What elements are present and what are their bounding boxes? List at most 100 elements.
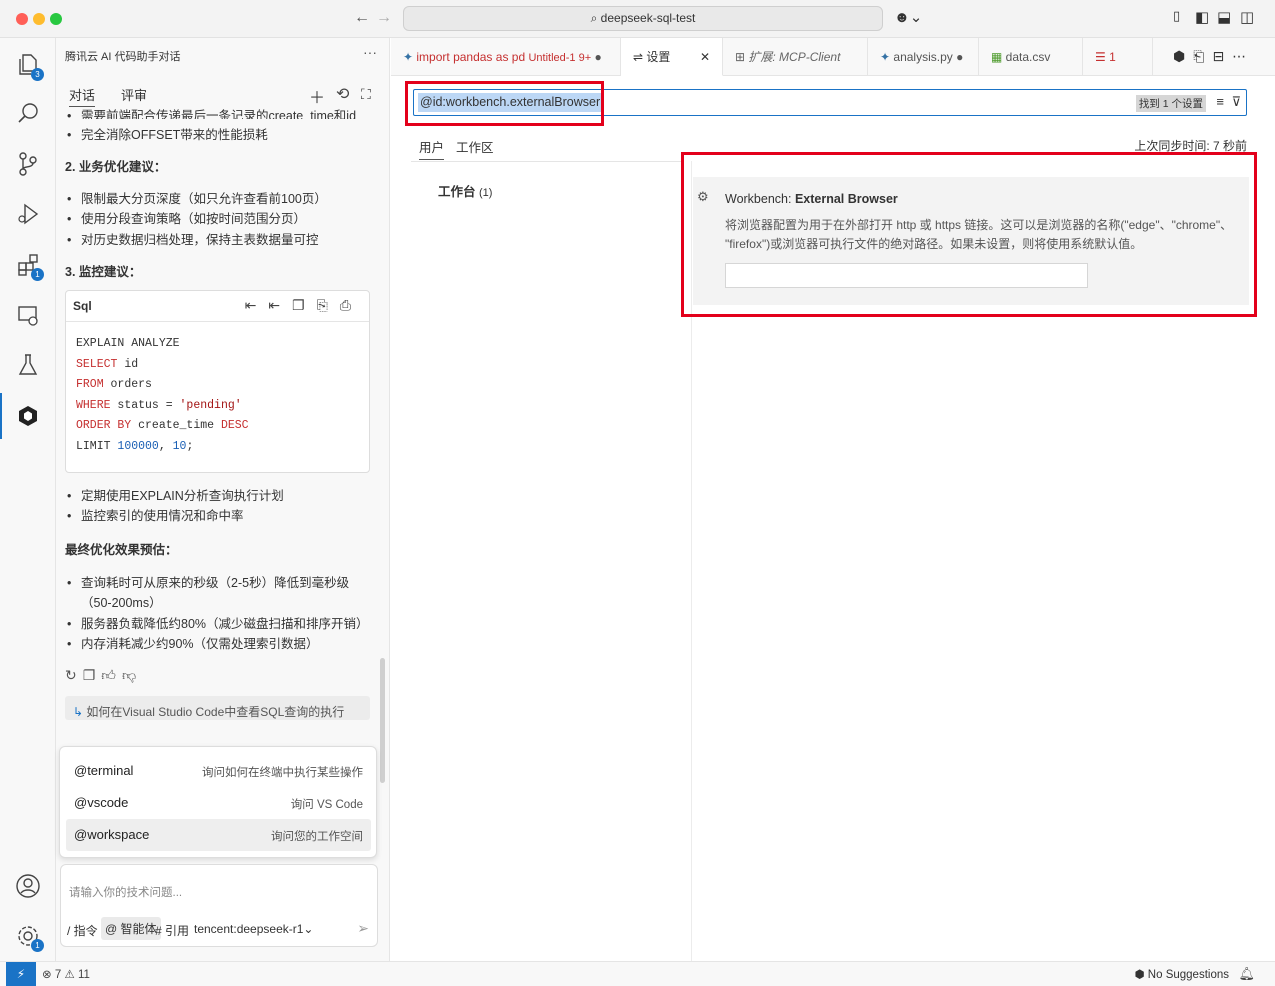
tab-data-csv[interactable]: ▦ data.csv (979, 38, 1083, 76)
scrollbar[interactable] (380, 658, 385, 783)
copy-icon[interactable]: ❐ (83, 667, 102, 683)
maximize-window-button[interactable] (50, 13, 62, 25)
tab-workspace-settings[interactable]: 工作区 (456, 137, 494, 156)
thumbs-down-icon[interactable]: 👎︎ (122, 667, 142, 683)
unsaved-dot-icon: ● (956, 50, 964, 64)
close-window-button[interactable] (16, 13, 28, 25)
minimize-window-button[interactable] (33, 13, 45, 25)
problems-indicator[interactable]: ⊗ 7 ⚠ 11 (42, 967, 90, 981)
search-icon[interactable] (14, 99, 42, 127)
send-icon[interactable]: ➢ (357, 920, 369, 937)
tab-analysis-py[interactable]: ✦ analysis.py ● (868, 38, 979, 76)
new-chat-plus-icon[interactable]: ＋ (309, 84, 325, 108)
activity-bar: 3 1 1 (0, 38, 56, 961)
command-center-search[interactable]: ⌕ deepseek-sql-test (403, 6, 883, 31)
warning-icon: ⚠ (64, 969, 78, 981)
copilot-icon[interactable]: ☻⌄ (894, 8, 922, 26)
testing-flask-icon[interactable] (14, 351, 42, 379)
explorer-icon[interactable]: 3 (14, 51, 44, 81)
remote-explorer-icon[interactable] (14, 302, 42, 330)
suggestions-status[interactable]: ⬢ No Suggestions (1135, 967, 1229, 981)
database-icon: ☰ (1095, 50, 1110, 64)
code-content: EXPLAIN ANALYZE SELECT id FROM orders WH… (66, 322, 369, 472)
open-settings-json-icon[interactable]: ⎗ (1193, 48, 1212, 64)
list-item: 使用分段查询策略（如按时间范围分页） (65, 209, 370, 230)
tab-untitled-1[interactable]: ✦ import pandas as pd Untitled-1 9+ ● (391, 38, 621, 76)
reference-button[interactable]: # 引用 (155, 922, 189, 939)
list-item: 限制最大分页深度（如只允许查看前100页） (65, 189, 370, 210)
source-control-icon[interactable] (14, 150, 42, 178)
highlight-box-search (405, 81, 604, 126)
agent-button[interactable]: @ 智能体 (101, 917, 161, 940)
list-item: 监控索引的使用情况和命中率 (65, 506, 370, 527)
chat-message: 需要前端配合传递最后一条记录的create_time和id 完全消除OFFSET… (65, 109, 370, 720)
list-item: 需要前端配合传递最后一条记录的create_time和id (65, 109, 370, 119)
back-arrow-icon[interactable]: ← (354, 9, 370, 27)
mention-item-workspace[interactable]: @workspace 询问您的工作空间 (66, 819, 371, 851)
section-heading: 3. 监控建议： (65, 265, 142, 279)
close-tab-icon[interactable]: ✕ (700, 38, 710, 76)
editor-actions: ⬢⎗⊟⋯ (1173, 48, 1254, 65)
toggle-primary-sidebar-icon[interactable]: ◧ (1195, 8, 1209, 26)
tab-chat[interactable]: 对话 (69, 85, 96, 107)
expand-icon[interactable]: ⛶ (361, 86, 371, 103)
extensions-icon[interactable]: 1 (14, 251, 44, 281)
apply-icon[interactable]: ⎙ (340, 297, 363, 313)
insert-file-icon[interactable]: ⇤ (268, 297, 292, 313)
manage-badge: 1 (31, 939, 44, 952)
copy-icon[interactable]: ❐ (292, 297, 317, 313)
tencent-ai-icon[interactable]: ⬢ (1173, 48, 1193, 64)
highlight-box-setting (681, 152, 1257, 317)
tab-review[interactable]: 评审 (121, 85, 147, 104)
results-count-badge: 找到 1 个设置 (1135, 95, 1206, 112)
new-file-icon[interactable]: ⎘ (317, 297, 340, 313)
more-actions-icon[interactable]: ··· (363, 44, 377, 60)
command-button[interactable]: / 指令 (67, 922, 98, 939)
code-line: EXPLAIN ANALYZE (76, 337, 180, 350)
more-actions-icon[interactable]: ⋯ (1232, 48, 1254, 64)
insert-code-icon[interactable]: ⇤ (245, 297, 269, 313)
suggested-question[interactable]: ↳ 如何在Visual Studio Code中查看SQL查询的执行 (65, 695, 370, 720)
tencent-ai-icon: ⬢ (1134, 969, 1148, 981)
regenerate-icon[interactable]: ↻ (65, 667, 83, 683)
history-icon[interactable]: ⟲ (336, 84, 349, 104)
panel-title: 腾讯云 AI 代码助手对话 (65, 51, 181, 63)
list-item: 内存消耗减少约90%（仅需处理索引数据） (65, 634, 370, 655)
feedback-actions: ↻❐👍︎👎︎ (65, 667, 370, 684)
forward-arrow-icon[interactable]: → (376, 9, 392, 27)
mention-item-terminal[interactable]: @terminal 询问如何在终端中执行某些操作 (66, 755, 371, 787)
settings-tab-icon: ⇌ (633, 50, 647, 64)
chat-input-placeholder[interactable]: 请输入你的技术问题... (69, 884, 182, 900)
python-icon: ✦ (880, 50, 894, 64)
list-item: 服务器负载降低约80%（减少磁盘扫描和排序开销） (65, 614, 370, 635)
settings-tree-workbench[interactable]: 工作台 (1) (438, 181, 492, 200)
code-line: FROM orders (76, 378, 152, 392)
extension-icon: ⊞ (735, 50, 749, 64)
python-icon: ✦ (403, 50, 417, 64)
run-debug-icon[interactable] (14, 200, 42, 228)
model-selector[interactable]: tencent:deepseek-r1⌄ (194, 922, 313, 936)
code-actions: ⇤⇤❐⎘⎙ (245, 297, 363, 314)
chat-input-box[interactable]: 请输入你的技术问题... / 指令 @ 智能体 # 引用 tencent:dee… (60, 864, 378, 947)
tab-user-settings[interactable]: 用户 (419, 137, 445, 160)
account-icon[interactable] (14, 872, 42, 900)
tab-database[interactable]: ☰ 1 (1083, 38, 1153, 76)
active-indicator (0, 393, 2, 439)
list-item: 对历史数据归档处理，保持主表数据量可控 (65, 230, 370, 251)
tab-extension-mcp-client[interactable]: ⊞ 扩展: MCP-Client (723, 38, 868, 76)
notifications-bell-icon[interactable]: 🔔︎ (1238, 966, 1255, 982)
tab-settings[interactable]: ⇌ 设置 ✕ (621, 38, 723, 76)
manage-gear-icon[interactable]: 1 (14, 922, 44, 952)
clear-filter-icon[interactable]: ≡ (1216, 94, 1224, 109)
remote-indicator-icon[interactable]: ⚡ (6, 962, 36, 986)
filter-icon[interactable]: ⊽ (1231, 94, 1241, 110)
thumbs-up-icon[interactable]: 👍︎ (101, 667, 122, 683)
toggle-panel-icon[interactable]: ⬓ (1217, 8, 1231, 26)
layout-controls-icon[interactable]: ▯ (1173, 8, 1180, 24)
tencent-ai-assistant-icon[interactable] (14, 402, 42, 430)
code-line: ORDER BY create_time DESC (76, 419, 249, 433)
code-line: SELECT id (76, 357, 139, 371)
toggle-secondary-sidebar-icon[interactable]: ◫ (1240, 8, 1254, 26)
mention-item-vscode[interactable]: @vscode 询问 VS Code (66, 787, 371, 819)
split-editor-icon[interactable]: ⊟ (1212, 48, 1232, 64)
